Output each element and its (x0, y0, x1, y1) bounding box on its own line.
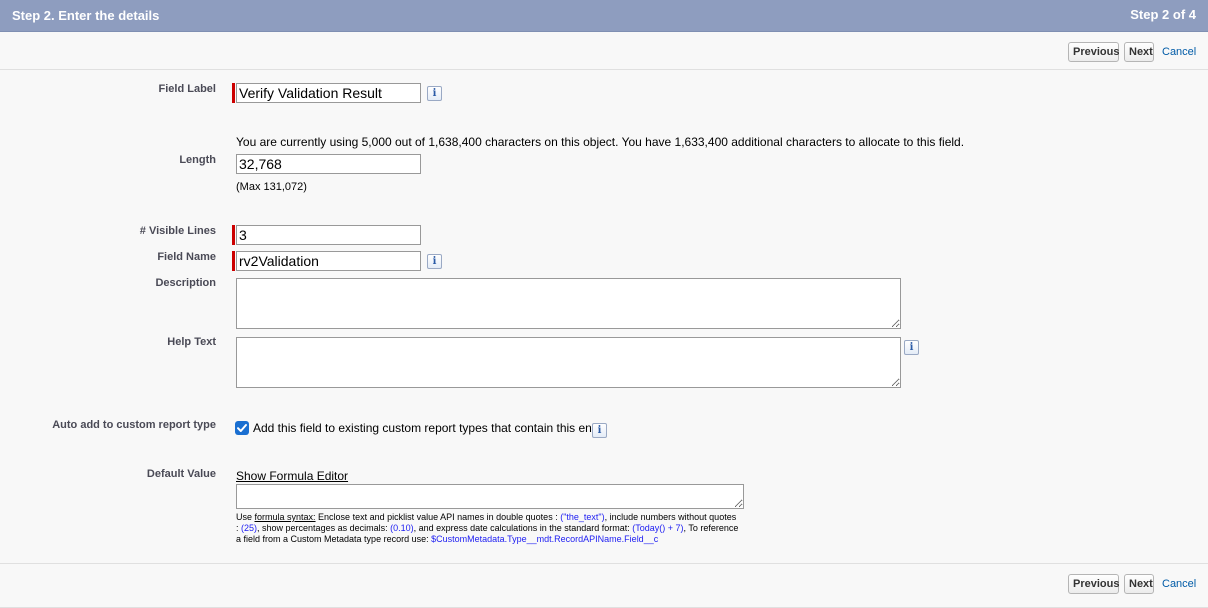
required-indicator (232, 251, 235, 271)
length-max-text: (Max 131,072) (236, 181, 307, 193)
field-label-label: Field Label (158, 83, 216, 95)
formula-syntax-link[interactable]: formula syntax: (255, 512, 316, 522)
wizard-header: Step 2. Enter the details Step 2 of 4 (0, 0, 1208, 32)
info-icon[interactable]: i (427, 86, 442, 101)
visible-lines-label: # Visible Lines (139, 225, 216, 237)
field-label-input[interactable] (236, 83, 421, 103)
default-value-label: Default Value (146, 468, 216, 480)
hint-example: (25) (241, 523, 258, 533)
bottom-button-bar: Previous Next Cancel (0, 563, 1208, 608)
hint-example: $CustomMetadata.Type__mdt.RecordAPIName.… (431, 534, 659, 544)
length-input[interactable] (236, 154, 421, 174)
auto-add-label: Auto add to custom report type (52, 419, 216, 431)
description-label: Description (155, 277, 216, 289)
auto-add-checkbox-label: Add this field to existing custom report… (253, 421, 608, 435)
default-value-textarea[interactable] (236, 484, 744, 509)
hint-example: (0.10) (390, 523, 414, 533)
hint-text: , To reference (683, 523, 739, 533)
hint-example: (Today() + 7) (632, 523, 684, 533)
auto-add-checkbox[interactable] (235, 421, 249, 435)
field-name-input[interactable] (236, 251, 421, 271)
help-text-label: Help Text (167, 336, 216, 348)
field-name-label: Field Name (157, 251, 216, 263)
info-icon[interactable]: i (427, 254, 442, 269)
previous-button[interactable]: Previous (1068, 42, 1119, 62)
next-button[interactable]: Next (1124, 42, 1154, 62)
show-formula-editor-link[interactable]: Show Formula Editor (236, 469, 348, 483)
hint-text: a field from a Custom Metadata type reco… (236, 534, 432, 544)
hint-text: , show percentages as decimals: (257, 523, 391, 533)
hint-text: , and express date calculations in the s… (413, 523, 633, 533)
info-icon[interactable]: i (592, 423, 607, 438)
required-indicator (232, 83, 235, 103)
next-button[interactable]: Next (1124, 574, 1154, 594)
length-usage-info: You are currently using 5,000 out of 1,6… (236, 135, 965, 149)
formula-syntax-hint: Use formula syntax: Enclose text and pic… (236, 512, 756, 545)
help-text-textarea[interactable] (236, 337, 901, 388)
page: Step 2. Enter the details Step 2 of 4 Pr… (0, 0, 1208, 608)
cancel-link[interactable]: Cancel (1162, 574, 1196, 594)
length-label: Length (179, 154, 216, 166)
top-button-bar: Previous Next Cancel (0, 32, 1208, 70)
visible-lines-input[interactable] (236, 225, 421, 245)
hint-text: , include numbers without quotes (604, 512, 737, 522)
page-title: Step 2. Enter the details (12, 8, 160, 23)
hint-text: Enclose text and picklist value API name… (315, 512, 561, 522)
step-indicator: Step 2 of 4 (1130, 7, 1196, 22)
checkmark-icon (237, 424, 247, 432)
info-icon[interactable]: i (904, 340, 919, 355)
cancel-link[interactable]: Cancel (1162, 42, 1196, 62)
hint-example: ("the_text") (560, 512, 605, 522)
required-indicator (232, 225, 235, 245)
previous-button[interactable]: Previous (1068, 574, 1119, 594)
hint-text: Use (236, 512, 255, 522)
description-textarea[interactable] (236, 278, 901, 329)
